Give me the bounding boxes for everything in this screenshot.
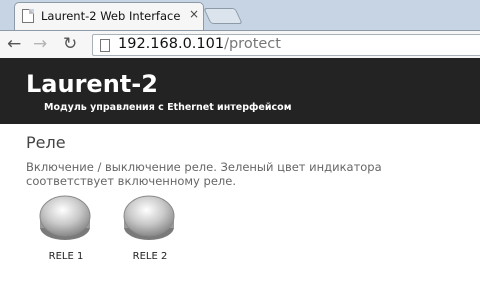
relay-2-button[interactable] [122, 194, 176, 242]
page-header: Laurent-2 Модуль управления с Ethernet и… [0, 58, 480, 124]
url-path: /protect [224, 36, 281, 52]
relay-1-button[interactable] [38, 194, 92, 242]
page-icon [100, 39, 110, 52]
url-host: 192.168.0.101 [118, 36, 225, 52]
section-description: Включение / выключение реле. Зеленый цве… [26, 160, 382, 188]
section-heading: Реле [26, 133, 66, 152]
site-subtitle: Модуль управления с Ethernet интерфейсом [44, 102, 292, 113]
forward-arrow-icon[interactable]: → [33, 33, 47, 55]
relay-1: RELE 1 [31, 194, 101, 268]
relay-2: RELE 2 [115, 194, 185, 268]
url-text[interactable]: 192.168.0.101/protect [118, 36, 281, 52]
tab-title: Laurent-2 Web Interface [41, 9, 181, 23]
browser-tabstrip: Laurent-2 Web Interface × [0, 0, 480, 30]
relay-2-label: RELE 2 [132, 251, 168, 262]
back-arrow-icon[interactable]: ← [7, 33, 21, 55]
browser-tab[interactable]: Laurent-2 Web Interface × [14, 2, 204, 30]
relay-1-label: RELE 1 [48, 251, 84, 262]
page-favicon-icon [22, 9, 34, 23]
tab-close-icon[interactable]: × [189, 7, 199, 21]
site-title: Laurent-2 [26, 70, 158, 98]
address-bar[interactable]: 192.168.0.101/protect [92, 34, 480, 56]
new-tab-button[interactable] [203, 8, 243, 24]
browser-toolbar: ← → ↻ 192.168.0.101/protect [0, 30, 480, 58]
reload-icon[interactable]: ↻ [63, 33, 77, 55]
